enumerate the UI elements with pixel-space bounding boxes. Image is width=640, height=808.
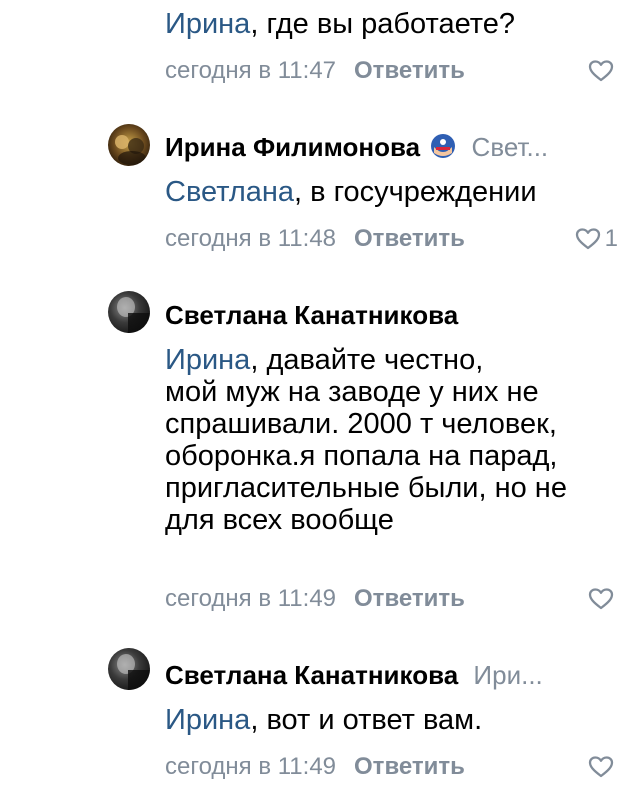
avatar[interactable] xyxy=(108,291,150,333)
avatar[interactable] xyxy=(108,648,150,690)
comment-text: Ирина, вот и ответ вам. xyxy=(165,704,605,736)
comment-timestamp: сегодня в 11:47 xyxy=(165,57,337,84)
comment-meta: сегодня в 11:49 Ответить xyxy=(165,752,618,782)
comment-header: Светлана Канатникова Ири... xyxy=(165,658,610,692)
reply-button[interactable]: Ответить xyxy=(354,585,465,612)
reply-button[interactable]: Ответить xyxy=(354,57,465,84)
mention-link[interactable]: Светлана xyxy=(165,176,294,208)
like-button[interactable] xyxy=(588,752,618,782)
comment-meta: сегодня в 11:48 Ответить 1 xyxy=(165,224,618,254)
author-name[interactable]: Светлана Канатникова xyxy=(165,660,458,690)
author-name[interactable]: Ирина Филимонова xyxy=(165,132,420,162)
comment-header: Светлана Канатникова xyxy=(165,298,610,332)
heart-outline-icon xyxy=(588,588,614,610)
comment-timestamp: сегодня в 11:48 xyxy=(165,225,337,252)
comment-text: Ирина, давайте честно, мой муж на заводе … xyxy=(165,344,605,536)
comment-meta: сегодня в 11:49 Ответить xyxy=(165,584,618,614)
comment-body: , в госучреждении xyxy=(294,176,537,208)
mention-link[interactable]: Ирина xyxy=(165,704,250,736)
reply-to-name[interactable]: Свет... xyxy=(472,132,549,162)
comment-header: Ирина Филимонова Свет... xyxy=(165,130,610,164)
like-button[interactable] xyxy=(588,584,618,614)
like-button[interactable]: 1 xyxy=(575,224,618,254)
reply-button[interactable]: Ответить xyxy=(354,225,465,252)
comment-meta: сегодня в 11:47 Ответить xyxy=(165,56,618,86)
comment-body: , где вы работаете? xyxy=(250,8,515,40)
heart-outline-icon xyxy=(588,756,614,778)
reply-button[interactable]: Ответить xyxy=(354,753,465,780)
author-name[interactable]: Светлана Канатникова xyxy=(165,300,458,330)
mention-link[interactable]: Ирина xyxy=(165,8,250,40)
like-count: 1 xyxy=(604,225,618,252)
reply-to-name[interactable]: Ири... xyxy=(473,660,542,690)
comment-body: , вот и ответ вам. xyxy=(250,704,483,736)
heart-outline-icon xyxy=(575,228,600,250)
comment-text: Ирина, где вы работаете? xyxy=(165,8,605,40)
comment-timestamp: сегодня в 11:49 xyxy=(165,753,337,780)
avatar[interactable] xyxy=(108,124,150,166)
heart-outline-icon xyxy=(588,60,614,82)
captain-america-badge-icon xyxy=(430,133,456,164)
comment-text: Светлана, в госучреждении xyxy=(165,176,605,208)
like-button[interactable] xyxy=(588,56,618,86)
mention-link[interactable]: Ирина xyxy=(165,344,250,376)
comment-timestamp: сегодня в 11:49 xyxy=(165,585,337,612)
